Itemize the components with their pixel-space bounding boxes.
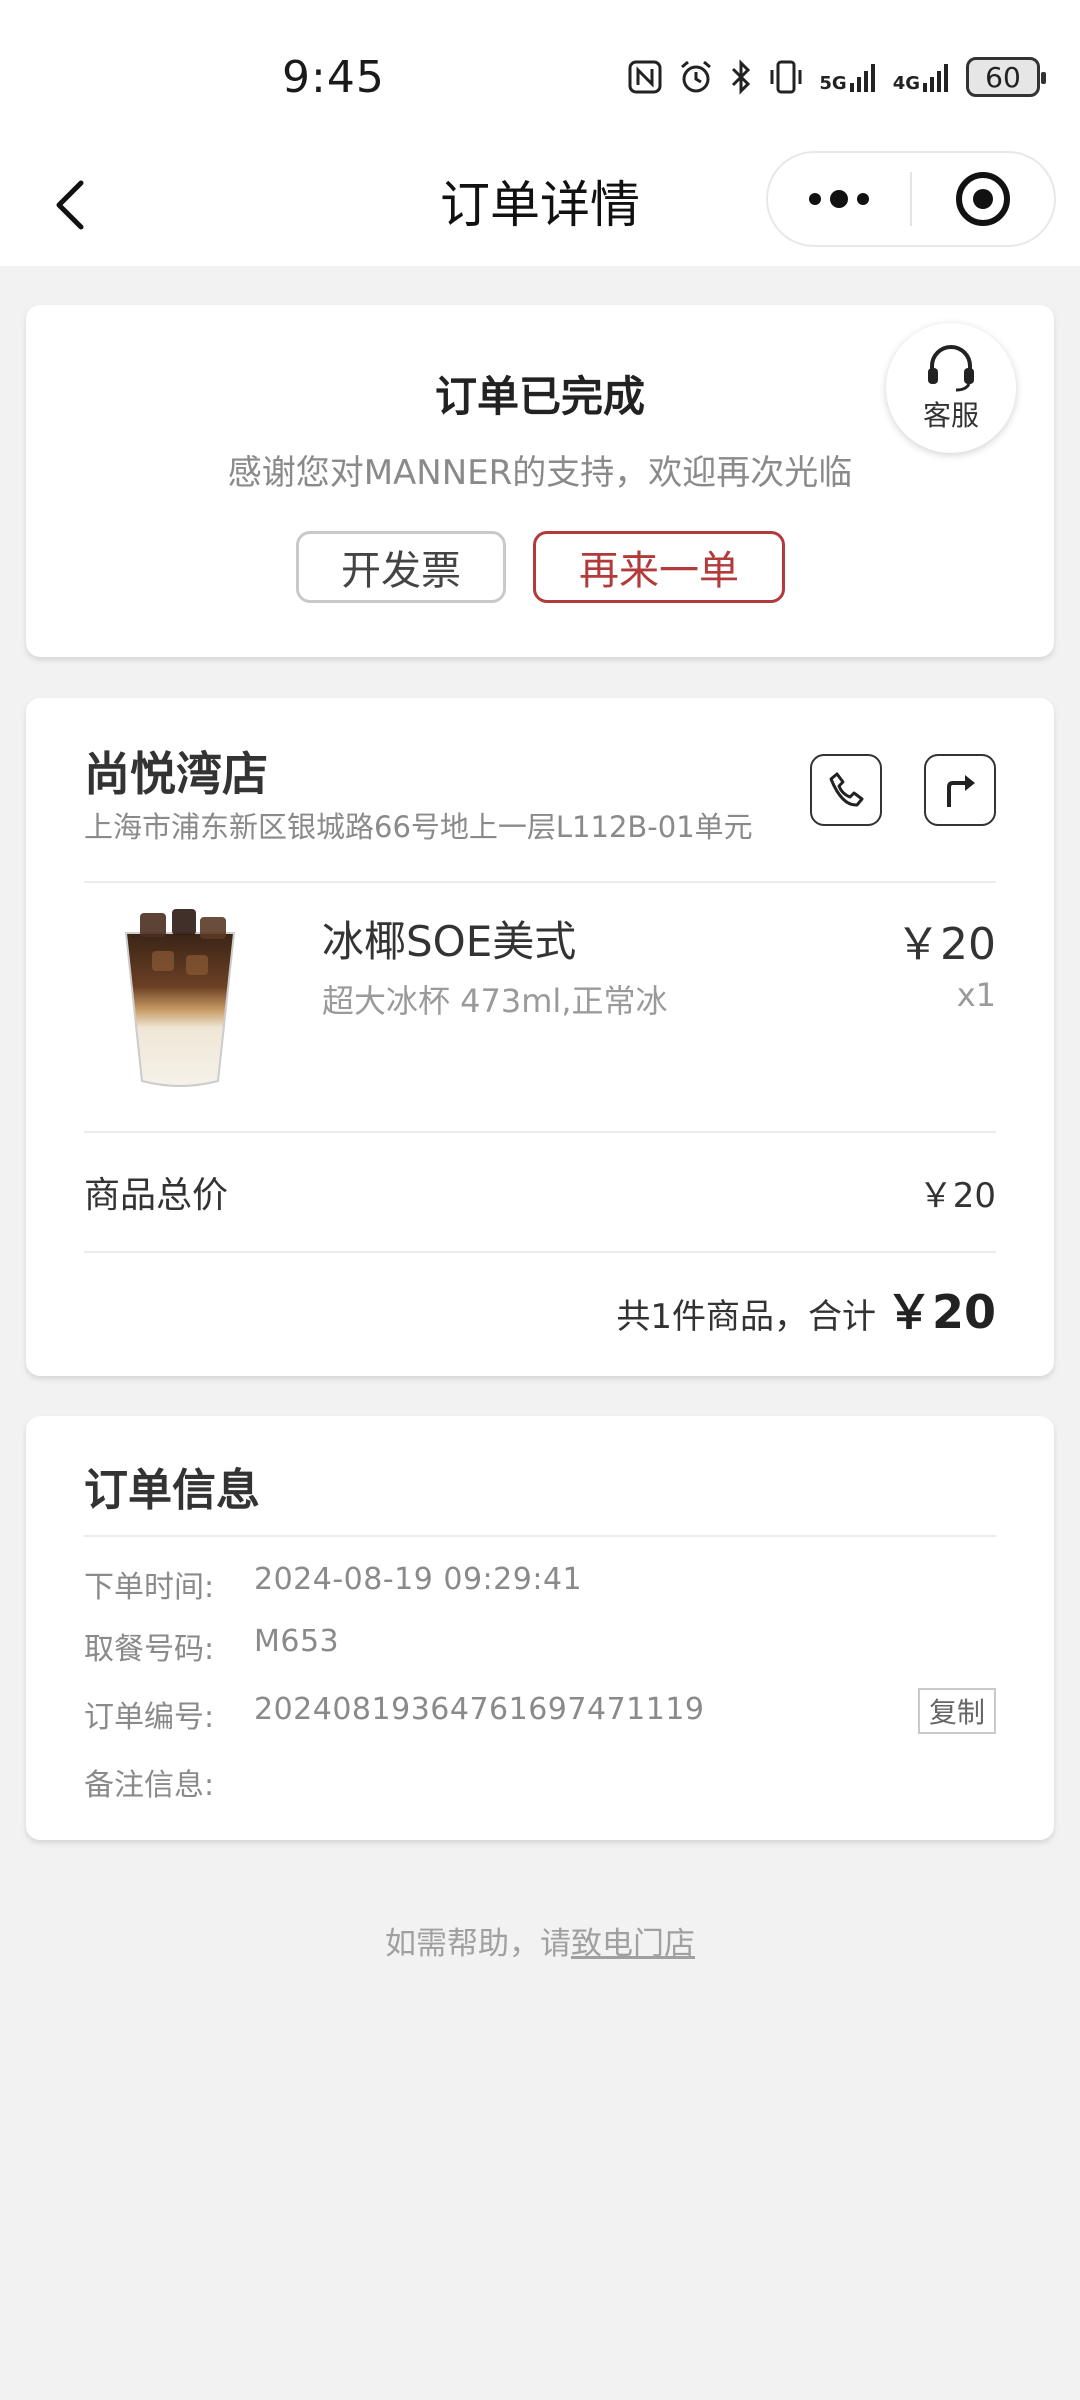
directions-icon [947, 775, 975, 807]
status-bar: 9:45 5G 4G 60 [0, 0, 1080, 150]
product-quantity: x1 [956, 976, 996, 1014]
order-number-label: 订单编号: [84, 1700, 215, 1735]
order-time-value: 2024-08-19 09:29:41 [254, 1562, 583, 1597]
phone-icon [829, 772, 864, 807]
alarm-icon [681, 60, 712, 93]
store-order-card: 尚悦湾店 上海市浦东新区银城路66号地上一层L112B-01单元 冰椰SOE美式… [26, 698, 1054, 1376]
divider [84, 881, 996, 883]
subtotal-value: ￥20 [918, 1176, 996, 1216]
navigate-store-button[interactable] [924, 754, 996, 826]
customer-service-button[interactable]: 客服 [886, 323, 1016, 453]
order-summary: 共1件商品，合计 ￥20 [616, 1276, 996, 1342]
pickup-number-value: M653 [254, 1624, 340, 1659]
nfc-icon [628, 60, 662, 94]
status-time: 9:45 [282, 52, 385, 103]
close-miniprogram-button[interactable] [912, 153, 1054, 245]
copy-order-number-button[interactable]: 复制 [918, 1688, 996, 1734]
store-name: 尚悦湾店 [84, 747, 268, 801]
reorder-button[interactable]: 再来一单 [533, 531, 785, 603]
divider [84, 1251, 996, 1253]
signal-4g-icon [923, 64, 948, 92]
battery-icon: 60 [966, 57, 1046, 97]
pickup-number-label: 取餐号码: [84, 1632, 215, 1667]
status-icons: 5G 4G 60 [627, 52, 1046, 102]
summary-total: ￥20 [885, 1285, 996, 1339]
invoice-button[interactable]: 开发票 [296, 531, 506, 603]
headset-icon [928, 345, 974, 392]
order-status-card: 订单已完成 感谢您对MANNER的支持，欢迎再次光临 开发票 再来一单 客服 [26, 305, 1054, 657]
product-image [112, 903, 248, 1093]
summary-text: 共1件商品，合计 [616, 1297, 876, 1337]
store-address: 上海市浦东新区银城路66号地上一层L112B-01单元 [84, 810, 753, 844]
order-time-label: 下单时间: [84, 1570, 215, 1605]
order-status-subtitle: 感谢您对MANNER的支持，欢迎再次光临 [227, 453, 853, 493]
more-button[interactable] [768, 153, 910, 245]
product-spec: 超大冰杯 473ml,正常冰 [322, 982, 668, 1020]
bluetooth-icon [732, 59, 751, 95]
network-5g-label: 5G [819, 73, 847, 94]
call-store-button[interactable] [810, 754, 882, 826]
signal-4g: 4G [893, 61, 952, 93]
help-prefix: 如需帮助，请 [385, 1926, 571, 1962]
iced-coffee-image [124, 909, 236, 1087]
divider [84, 1131, 996, 1133]
order-info-card: 订单信息 下单时间: 2024-08-19 09:29:41 取餐号码: M65… [26, 1416, 1054, 1840]
subtotal-label: 商品总价 [84, 1175, 229, 1216]
order-number-value: 20240819364761697471119 [254, 1692, 705, 1727]
target-circle-icon [956, 172, 1010, 226]
product-name: 冰椰SOE美式 [322, 917, 577, 966]
divider [84, 1535, 996, 1537]
customer-service-label: 客服 [922, 399, 979, 432]
network-4g-label: 4G [892, 73, 920, 94]
remark-label: 备注信息: [84, 1768, 215, 1803]
help-footer: 如需帮助，请致电门店 [0, 1918, 1080, 1963]
nav-bar: 订单详情 [0, 150, 1080, 266]
call-store-link[interactable]: 致电门店 [571, 1926, 695, 1962]
signal-5g: 5G [819, 61, 878, 93]
signal-5g-icon [849, 64, 875, 92]
miniprogram-capsule [766, 151, 1056, 247]
vibrate-icon [770, 60, 802, 94]
order-info-title: 订单信息 [84, 1465, 260, 1516]
product-price: ￥20 [896, 919, 996, 970]
more-dots-icon [809, 190, 869, 208]
